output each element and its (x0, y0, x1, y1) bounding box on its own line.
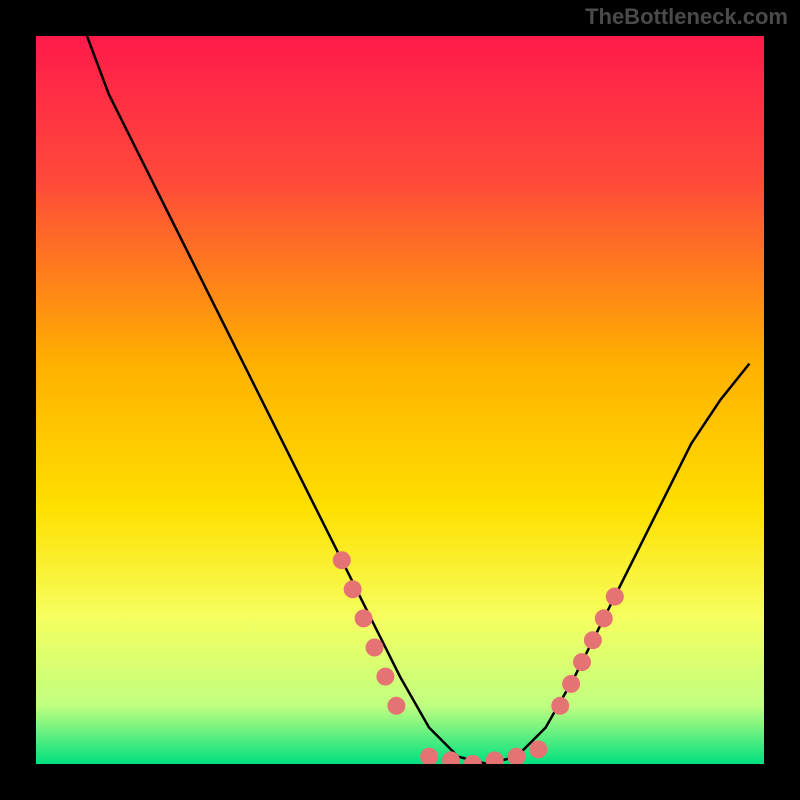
marker-point (344, 580, 362, 598)
watermark-text: TheBottleneck.com (585, 4, 788, 30)
plot-area (36, 36, 764, 764)
marker-point (355, 609, 373, 627)
marker-point (606, 588, 624, 606)
marker-point (366, 639, 384, 657)
marker-point (551, 697, 569, 715)
marker-point (387, 697, 405, 715)
marker-point (562, 675, 580, 693)
marker-point (376, 668, 394, 686)
marker-point (573, 653, 591, 671)
marker-point (595, 609, 613, 627)
marker-point (584, 631, 602, 649)
marker-point (529, 740, 547, 758)
chart-svg (36, 36, 764, 764)
gradient-background (36, 36, 764, 764)
marker-point (333, 551, 351, 569)
